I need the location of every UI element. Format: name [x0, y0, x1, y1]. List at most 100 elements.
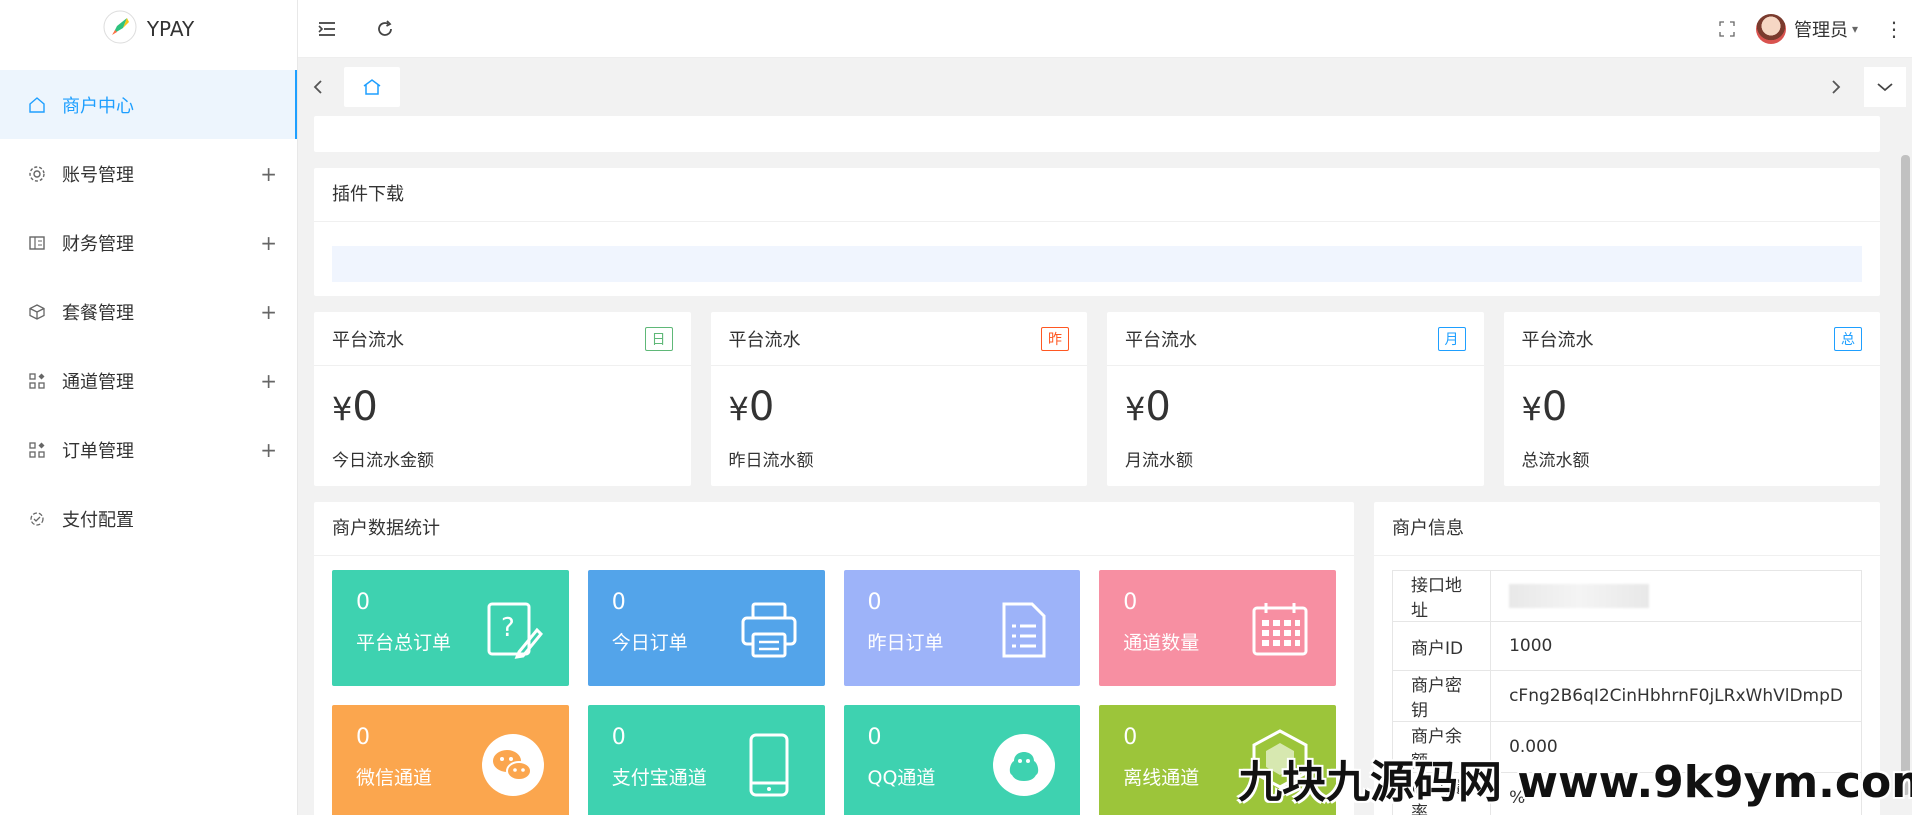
- stat-value: ¥0: [332, 384, 378, 430]
- page-scrollbar[interactable]: [1901, 155, 1910, 795]
- home-icon: [28, 96, 46, 114]
- stat-title: 平台流水: [1125, 329, 1197, 351]
- tab-options-chevron-down-icon[interactable]: [1864, 67, 1906, 107]
- sidebar-menu: 商户中心 账号管理 + 财务管理 + 套餐管理 + 通道管理 + 订单管理 + …: [0, 70, 297, 553]
- info-key: 接口地址: [1391, 570, 1492, 622]
- expand-plus-icon[interactable]: +: [260, 162, 277, 186]
- tab-scroll-left-icon[interactable]: [298, 67, 338, 107]
- apps-icon: [28, 372, 46, 390]
- table-row: 接口地址: [1391, 570, 1862, 622]
- tile-qq-channel[interactable]: 0 QQ通道: [843, 705, 1081, 815]
- sidebar-item-accounts[interactable]: 账号管理 +: [0, 139, 297, 208]
- sidebar-item-label: 商户中心: [62, 95, 134, 117]
- sidebar-item-channels[interactable]: 通道管理 +: [0, 346, 297, 415]
- card-title: 商户信息: [1374, 502, 1880, 556]
- info-value-api-url: [1490, 570, 1862, 622]
- sidebar-item-label: 支付配置: [62, 509, 134, 531]
- expand-plus-icon[interactable]: +: [260, 438, 277, 462]
- home-icon: [363, 79, 381, 95]
- main-content: 插件下载 平台流水 日 ¥0 今日流水金额 平台流水 昨 ¥0 昨日流水额 平台流水…: [298, 116, 1896, 815]
- logo-text: YPAY: [146, 17, 195, 41]
- stat-value: ¥0: [1521, 384, 1568, 430]
- stat-card-monthly: 平台流水 月 ¥0 月流水额: [1107, 312, 1484, 486]
- info-key: 商户ID: [1391, 621, 1492, 671]
- plugin-download-card: 插件下载: [314, 168, 1880, 296]
- refresh-icon[interactable]: [356, 0, 414, 58]
- tile-yesterday-orders[interactable]: 0 昨日订单: [843, 570, 1081, 686]
- header-right: 管理员 ▾ ⋮: [1698, 0, 1912, 58]
- table-row: 商户ID 1000: [1391, 621, 1862, 671]
- tile-alipay-channel[interactable]: 0 支付宝通道: [587, 705, 825, 815]
- stat-title: 平台流水: [332, 329, 404, 351]
- more-vertical-icon[interactable]: ⋮: [1876, 0, 1912, 58]
- stats-tiles: 0 平台总订单 ? 0 今日订单 0 昨日订单 0 通道数量 0 微信通道 0 …: [314, 556, 1354, 815]
- rocket-logo-icon: [103, 10, 137, 48]
- cube-icon: [28, 303, 46, 321]
- sidebar-item-label: 订单管理: [62, 440, 134, 462]
- sidebar-item-orders[interactable]: 订单管理 +: [0, 415, 297, 484]
- tab-home[interactable]: [344, 67, 400, 107]
- tile-total-orders[interactable]: 0 平台总订单 ?: [332, 570, 569, 686]
- sidebar-item-payment-config[interactable]: 支付配置: [0, 484, 297, 553]
- sidebar-item-merchant-center[interactable]: 商户中心: [0, 70, 297, 139]
- logo[interactable]: YPAY: [0, 0, 297, 58]
- merchant-stats-card: 商户数据统计 0 平台总订单 ? 0 今日订单 0 昨日订单 0 通道数量 0 …: [314, 502, 1354, 815]
- stat-desc: 今日流水金额: [332, 451, 434, 471]
- tile-wechat-channel[interactable]: 0 微信通道: [332, 705, 569, 815]
- tile-channel-count[interactable]: 0 通道数量: [1099, 570, 1336, 686]
- stat-desc: 昨日流水额: [728, 451, 814, 471]
- sidebar-item-label: 账号管理: [62, 164, 134, 186]
- stat-card-daily: 平台流水 日 ¥0 今日流水金额: [314, 312, 691, 486]
- stat-desc: 总流水额: [1521, 451, 1590, 471]
- stat-tag: 昨: [1041, 326, 1069, 351]
- gear-icon: [28, 165, 46, 183]
- tab-scroll-right-icon[interactable]: [1816, 67, 1856, 107]
- stat-card-yesterday: 平台流水 昨 ¥0 昨日流水额: [710, 312, 1087, 486]
- stat-title: 平台流水: [1521, 329, 1594, 351]
- sidebar-item-packages[interactable]: 套餐管理 +: [0, 277, 297, 346]
- stat-card-total: 平台流水 总 ¥0 总流水额: [1503, 312, 1880, 486]
- top-card-partial: [314, 116, 1880, 152]
- tab-bar-right: [1816, 67, 1906, 107]
- stat-tag: 总: [1834, 326, 1862, 351]
- plugin-list: [332, 246, 1862, 282]
- stat-tag: 月: [1437, 326, 1466, 351]
- tile-today-orders[interactable]: 0 今日订单: [587, 570, 825, 686]
- info-key: 商户密钥: [1391, 670, 1492, 722]
- stats-row: 平台流水 日 ¥0 今日流水金额 平台流水 昨 ¥0 昨日流水额 平台流水 月 ¥0 …: [314, 312, 1880, 486]
- tab-bar: [298, 58, 1912, 116]
- sidebar-item-finance[interactable]: 财务管理 +: [0, 208, 297, 277]
- edit-doc-icon: ?: [481, 598, 545, 662]
- chevron-down-icon[interactable]: ▾: [1852, 22, 1858, 36]
- expand-plus-icon[interactable]: +: [260, 369, 277, 393]
- avatar[interactable]: [1755, 13, 1786, 44]
- redacted-value: [1509, 584, 1650, 608]
- expand-plus-icon[interactable]: +: [260, 300, 277, 324]
- sidebar-item-label: 套餐管理: [62, 302, 134, 324]
- expand-plus-icon[interactable]: +: [260, 231, 277, 255]
- ledger-icon: [28, 234, 46, 252]
- stat-title: 平台流水: [728, 329, 801, 351]
- wechat-icon: [481, 733, 545, 797]
- apps-icon: [28, 441, 46, 459]
- stat-tag: 日: [644, 326, 673, 351]
- top-header: 管理员 ▾ ⋮: [298, 0, 1912, 58]
- info-value: cFng2B6qI2CinHbhrnF0jLRxWhVlDmpD: [1490, 670, 1862, 722]
- stat-value: ¥0: [1125, 384, 1171, 430]
- card-title: 插件下载: [314, 168, 1880, 222]
- sidebar: YPAY 商户中心 账号管理 + 财务管理 + 套餐管理 + 通道管理 + 订单…: [0, 0, 298, 815]
- admin-name[interactable]: 管理员: [1794, 16, 1848, 42]
- phone-icon: [737, 733, 801, 797]
- fullscreen-icon[interactable]: [1698, 0, 1756, 58]
- sidebar-item-label: 财务管理: [62, 233, 134, 255]
- document-icon: [992, 598, 1056, 662]
- sidebar-item-label: 通道管理: [62, 371, 134, 393]
- qq-icon: [992, 733, 1056, 797]
- printer-icon: [737, 598, 801, 662]
- watermark-text: 九块九源码网 www.9k9ym.com: [1238, 757, 1912, 808]
- collapse-menu-icon[interactable]: [298, 0, 356, 58]
- info-value: 1000: [1490, 621, 1862, 671]
- card-title: 商户数据统计: [314, 502, 1354, 556]
- calendar-icon: [1248, 598, 1312, 662]
- config-icon: [28, 510, 46, 528]
